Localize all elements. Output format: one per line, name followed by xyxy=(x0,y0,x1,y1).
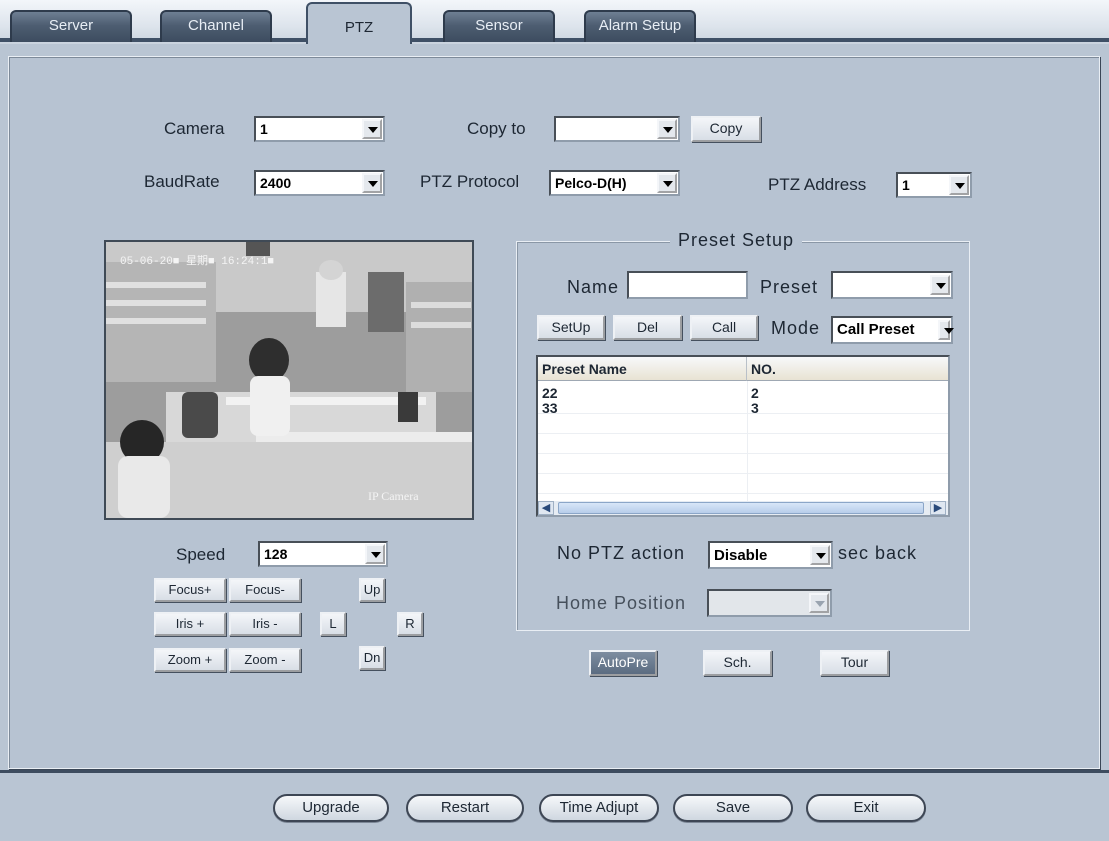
preset-call-button[interactable]: Call xyxy=(690,315,758,340)
exit-button[interactable]: Exit xyxy=(806,794,926,822)
copy-to-select[interactable] xyxy=(554,116,680,142)
scroll-right-icon[interactable]: ▶ xyxy=(930,501,946,515)
table-row[interactable]: 33 3 xyxy=(538,400,948,416)
preset-label: Preset xyxy=(760,277,819,297)
iris-minus-button[interactable]: Iris - xyxy=(229,612,301,636)
tab-server[interactable]: Server xyxy=(10,10,132,42)
video-camera-name-overlay: IP Camera xyxy=(368,489,419,503)
chevron-down-icon[interactable] xyxy=(362,119,382,139)
chevron-down-icon[interactable] xyxy=(362,173,382,193)
horizontal-scrollbar[interactable]: ◀ ▶ xyxy=(538,501,948,515)
zoom-minus-button[interactable]: Zoom - xyxy=(229,648,301,672)
focus-plus-button[interactable]: Focus+ xyxy=(154,578,226,602)
preset-name-label: Name xyxy=(567,277,620,297)
baudrate-label: BaudRate xyxy=(144,172,220,191)
preset-name-cell: 22 xyxy=(542,385,558,401)
focus-minus-button[interactable]: Focus- xyxy=(229,578,301,602)
pan-down-button[interactable]: Dn xyxy=(359,646,385,670)
camera-value: 1 xyxy=(260,121,268,137)
sec-back-label: sec back xyxy=(838,543,918,563)
speed-label: Speed xyxy=(176,545,226,564)
copy-to-label: Copy to xyxy=(467,119,526,138)
mode-label: Mode xyxy=(771,318,821,338)
preset-table: Preset Name NO. 22 2 33 3 ◀ ▶ xyxy=(536,355,950,517)
chevron-down-icon[interactable] xyxy=(810,545,830,565)
column-header-preset-name[interactable]: Preset Name xyxy=(538,357,747,381)
chevron-down-icon[interactable] xyxy=(809,593,829,613)
ptz-protocol-label: PTZ Protocol xyxy=(420,172,520,191)
tab-ptz[interactable]: PTZ xyxy=(306,2,412,44)
grid-line xyxy=(538,453,948,454)
mode-select[interactable]: Call Preset xyxy=(831,316,954,344)
iris-plus-button[interactable]: Iris + xyxy=(154,612,226,636)
scrollbar-thumb[interactable] xyxy=(558,502,924,514)
upgrade-button[interactable]: Upgrade xyxy=(273,794,389,822)
grid-line xyxy=(538,473,948,474)
chevron-down-icon[interactable] xyxy=(365,544,385,564)
baudrate-value: 2400 xyxy=(260,175,292,191)
preset-setup-button[interactable]: SetUp xyxy=(537,315,605,340)
no-ptz-action-select[interactable]: Disable xyxy=(708,541,833,569)
tab-sensor[interactable]: Sensor xyxy=(443,10,555,42)
grid-line xyxy=(538,433,948,434)
preset-number-cell: 3 xyxy=(751,400,759,416)
scroll-left-icon[interactable]: ◀ xyxy=(538,501,554,515)
pan-left-button[interactable]: L xyxy=(320,612,346,636)
mode-value: Call Preset xyxy=(837,321,915,338)
chevron-down-icon[interactable] xyxy=(657,173,677,193)
chevron-down-icon[interactable] xyxy=(657,119,677,139)
preset-name-input[interactable] xyxy=(627,271,748,299)
baudrate-select[interactable]: 2400 xyxy=(254,170,385,196)
preset-number-cell: 2 xyxy=(751,385,759,401)
grid-line xyxy=(538,493,948,494)
preset-setup-title: Preset Setup xyxy=(670,230,803,251)
schedule-button[interactable]: Sch. xyxy=(703,650,772,676)
ptz-address-select[interactable]: 1 xyxy=(896,172,972,198)
tab-channel[interactable]: Channel xyxy=(160,10,272,42)
preset-delete-button[interactable]: Del xyxy=(613,315,682,340)
ptz-protocol-value: Pelco-D(H) xyxy=(555,175,627,191)
home-position-label: Home Position xyxy=(556,593,687,613)
column-header-number[interactable]: NO. xyxy=(747,357,948,381)
office-scene-image: 05-06-20■ 星期■ 16:24:1■ IP Camera xyxy=(106,242,472,518)
pan-right-button[interactable]: R xyxy=(397,612,423,636)
home-position-select[interactable] xyxy=(707,589,832,617)
preset-select[interactable] xyxy=(831,271,953,299)
tour-button[interactable]: Tour xyxy=(820,650,889,676)
no-ptz-action-label: No PTZ action xyxy=(557,543,686,563)
speed-value: 128 xyxy=(264,546,288,562)
tab-alarm-setup[interactable]: Alarm Setup xyxy=(584,10,696,42)
save-button[interactable]: Save xyxy=(673,794,793,822)
camera-select[interactable]: 1 xyxy=(254,116,385,142)
restart-button[interactable]: Restart xyxy=(406,794,524,822)
ptz-protocol-select[interactable]: Pelco-D(H) xyxy=(549,170,680,196)
table-row[interactable]: 22 2 xyxy=(538,385,948,401)
camera-preview: 05-06-20■ 星期■ 16:24:1■ IP Camera xyxy=(104,240,474,520)
chevron-down-icon[interactable] xyxy=(930,275,950,295)
speed-select[interactable]: 128 xyxy=(258,541,388,567)
camera-label: Camera xyxy=(164,119,225,138)
ptz-address-value: 1 xyxy=(902,177,910,193)
copy-button[interactable]: Copy xyxy=(691,116,761,142)
auto-preset-button[interactable]: AutoPre xyxy=(589,650,657,676)
no-ptz-action-value: Disable xyxy=(714,547,768,564)
chevron-down-icon[interactable] xyxy=(949,175,969,195)
chevron-down-icon[interactable] xyxy=(938,320,954,340)
pan-up-button[interactable]: Up xyxy=(359,578,385,602)
video-timestamp-overlay: 05-06-20■ 星期■ 16:24:1■ xyxy=(120,254,274,268)
time-adjust-button[interactable]: Time Adjupt xyxy=(539,794,659,822)
zoom-plus-button[interactable]: Zoom + xyxy=(154,648,226,672)
ptz-address-label: PTZ Address xyxy=(768,175,867,194)
preset-name-cell: 33 xyxy=(542,400,558,416)
